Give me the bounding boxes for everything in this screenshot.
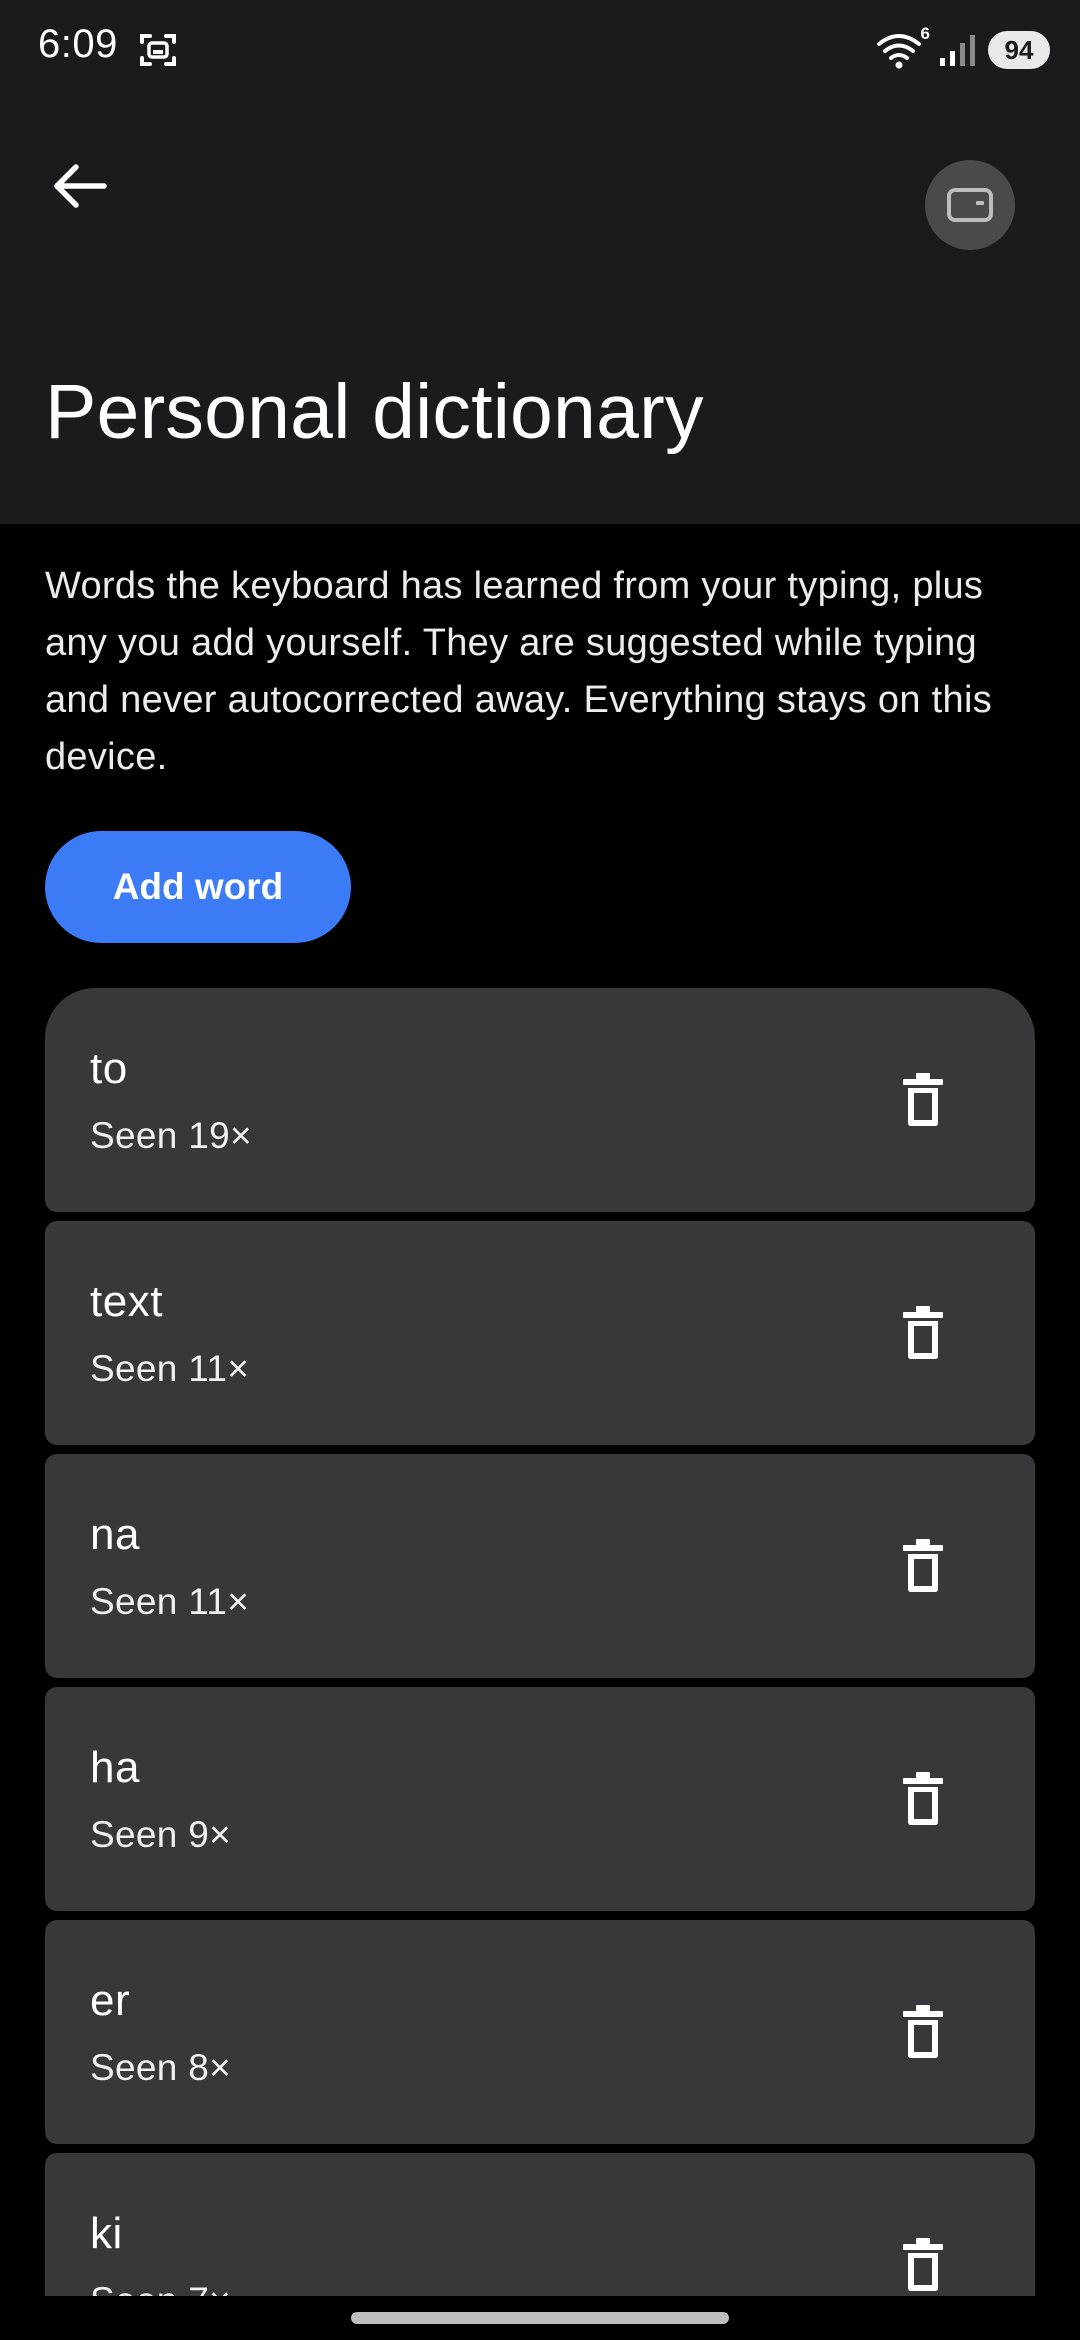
trash-icon [903,1772,943,1825]
word-text: ki [90,2209,123,2258]
word-text: ha [90,1743,140,1792]
wifi-badge: 6 [920,24,930,43]
page-description: Words the keyboard has learned from your… [45,565,992,778]
delete-button[interactable] [883,1060,963,1140]
list-item: text Seen 11× [45,1221,1035,1445]
word-text: to [90,1044,128,1093]
word-count: Seen 8× [90,2047,231,2088]
app-bar: 6:09 6 94 Personal dictionary [0,0,1080,524]
list-item: er Seen 8× [45,1920,1035,2144]
back-button[interactable] [44,150,116,222]
trash-icon [903,1306,943,1359]
gesture-nav-handle[interactable] [351,2312,729,2324]
delete-button[interactable] [883,2225,963,2305]
battery-icon: 94 [988,31,1050,69]
status-time: 6:09 [38,22,118,66]
trash-icon [903,1539,943,1592]
signal-icon [938,32,978,68]
delete-button[interactable] [883,1293,963,1373]
device-button[interactable] [925,160,1015,250]
tablet-icon [947,188,993,222]
word-count: Seen 11× [90,1348,250,1389]
status-bar: 6:09 6 94 [0,0,1080,100]
word-text: er [90,1976,131,2025]
word-count: Seen 19× [90,1115,252,1156]
delete-button[interactable] [883,1526,963,1606]
wifi-icon: 6 [876,24,930,70]
word-text: text [90,1277,163,1326]
screenshot-icon [138,30,178,70]
word-count: Seen 11× [90,1581,250,1622]
trash-icon [903,2238,943,2291]
delete-button[interactable] [883,1992,963,2072]
status-icons: 6 94 [876,24,1050,72]
word-count: Seen 9× [90,1814,231,1855]
list-item: na Seen 11× [45,1454,1035,1678]
page-title: Personal dictionary [45,369,704,455]
list-item: ha Seen 9× [45,1687,1035,1911]
delete-button[interactable] [883,1759,963,1839]
list-item: to Seen 19× [45,988,1035,1212]
trash-icon [903,2005,943,2058]
add-word-button[interactable]: Add word [45,831,351,943]
screen: 6:09 6 94 Personal dictionary Words the … [0,0,1080,2340]
trash-icon [903,1073,943,1126]
word-text: na [90,1510,140,1559]
word-list: to Seen 19× text Seen 11× na Seen 11× ha… [45,988,1035,2340]
arrow-left-icon [54,164,107,208]
